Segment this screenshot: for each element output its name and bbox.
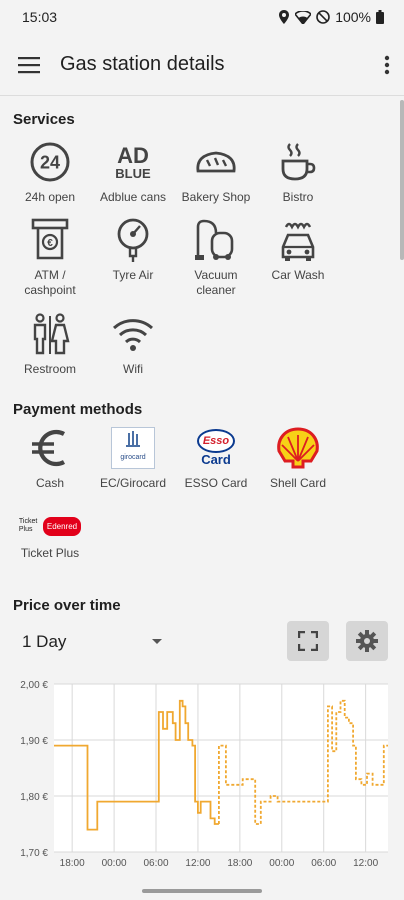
- gesture-nav-bar[interactable]: [142, 889, 262, 893]
- status-bar: 15:03 100%: [0, 0, 404, 34]
- service-label: Bistro: [282, 190, 314, 204]
- service-atm: € ATM / cashpoint: [10, 216, 90, 298]
- payment-label: Cash: [35, 476, 64, 490]
- chart-x-tick-label: 12:00: [353, 858, 378, 869]
- payment-methods-title: Payment methods: [13, 401, 143, 418]
- girocard-logo-text: girocard: [120, 454, 146, 461]
- payment-label: Shell Card: [269, 476, 327, 490]
- payment-girocard: girocard EC/Girocard: [93, 424, 173, 491]
- esso-card-logo: Esso Card: [192, 424, 240, 472]
- car-wash-icon: [274, 216, 322, 264]
- girocard-logo: girocard: [109, 424, 157, 472]
- chart-x-tick-label: 18:00: [60, 858, 85, 869]
- service-bistro: Bistro: [258, 138, 338, 205]
- chart-x-tick-label: 12:00: [185, 858, 210, 869]
- svg-text:€: €: [47, 238, 53, 249]
- coffee-cup-icon: [274, 138, 322, 186]
- service-car-wash: Car Wash: [258, 216, 338, 283]
- service-label: Car Wash: [271, 268, 325, 282]
- svg-text:24: 24: [40, 153, 60, 173]
- service-label: Tyre Air: [112, 268, 154, 282]
- shell-logo: [274, 424, 322, 472]
- fullscreen-icon: [298, 631, 318, 651]
- atm-icon: €: [26, 216, 74, 264]
- time-range-value: 1 Day: [22, 632, 67, 651]
- payment-label: ESSO Card: [184, 476, 248, 490]
- status-time: 15:03: [22, 9, 58, 25]
- chart-settings-button[interactable]: [346, 621, 388, 661]
- euro-icon: [26, 424, 74, 472]
- ticket-plus-logo-text: Ticket Plus: [18, 518, 38, 533]
- service-bakery: Bakery Shop: [176, 138, 256, 205]
- payment-cash: Cash: [10, 424, 90, 491]
- service-tyre-air: Tyre Air: [93, 216, 173, 283]
- chart-x-tick-label: 18:00: [227, 858, 252, 869]
- wifi-status-icon: [295, 10, 312, 24]
- service-label: 24h open: [24, 190, 76, 204]
- chart-x-tick-label: 00:00: [102, 858, 127, 869]
- service-adblue: AD BLUE Adblue cans: [93, 138, 173, 205]
- chart-y-tick-label: 1,90 €: [20, 736, 48, 747]
- more-vert-icon[interactable]: [384, 55, 390, 75]
- edenred-logo-text: Edenred: [42, 516, 82, 536]
- tyre-gauge-icon: [109, 216, 157, 264]
- payment-ticket-plus: Ticket Plus Edenred Ticket Plus: [10, 510, 90, 561]
- chart-x-tick-label: 06:00: [144, 858, 169, 869]
- service-label: Adblue cans: [99, 190, 167, 204]
- time-range-dropdown[interactable]: 1 Day: [22, 628, 167, 656]
- chart-x-tick-label: 00:00: [269, 858, 294, 869]
- battery-icon: [376, 10, 384, 24]
- ticket-plus-logo: Ticket Plus Edenred: [17, 510, 83, 542]
- vacuum-cleaner-icon: [192, 216, 240, 264]
- chart-x-tick-label: 06:00: [311, 858, 336, 869]
- chart-y-tick-label: 1,80 €: [20, 792, 48, 803]
- location-icon: [279, 10, 290, 24]
- price-over-time-title: Price over time: [13, 597, 121, 614]
- service-label: Vacuum cleaner: [194, 268, 238, 297]
- settings-gear-icon: [356, 630, 378, 652]
- payment-shell-card: Shell Card: [258, 424, 338, 491]
- esso-logo-text: Esso: [202, 434, 230, 447]
- app-bar: Gas station details: [0, 34, 404, 96]
- scrollbar-thumb[interactable]: [400, 100, 404, 260]
- chart-plot-area: [54, 684, 388, 852]
- payment-label: EC/Girocard: [99, 476, 167, 490]
- chart-y-tick-label: 2,00 €: [20, 680, 48, 691]
- page-title: Gas station details: [60, 53, 225, 75]
- battery-percent: 100%: [335, 9, 371, 25]
- dropdown-arrow-icon: [152, 639, 162, 644]
- chart-y-tick-label: 1,70 €: [20, 848, 48, 859]
- wifi-icon: [109, 310, 157, 358]
- service-label: Bakery Shop: [181, 190, 251, 204]
- service-wifi: Wifi: [93, 310, 173, 377]
- bread-icon: [192, 138, 240, 186]
- fullscreen-button[interactable]: [287, 621, 329, 661]
- esso-card-text: Card: [201, 452, 231, 467]
- adblue-icon: AD BLUE: [109, 138, 157, 186]
- price-chart: 2,00 € 1,90 € 1,80 € 1,70 € 18:00 00:00 06:00 1…: [20, 680, 388, 869]
- service-label: Wifi: [123, 362, 143, 376]
- adblue-icon-text-top: AD: [117, 142, 149, 168]
- adblue-icon-text-bottom: BLUE: [115, 165, 151, 181]
- payment-label: Ticket Plus: [20, 546, 80, 560]
- service-label: Restroom: [23, 362, 76, 376]
- status-icons: 100%: [278, 9, 384, 25]
- hamburger-menu-icon[interactable]: [18, 56, 42, 74]
- service-label: ATM / cashpoint: [24, 268, 76, 297]
- service-restroom: Restroom: [10, 310, 90, 377]
- payment-esso-card: Esso Card ESSO Card: [176, 424, 256, 491]
- dnd-icon: [316, 10, 330, 24]
- service-vacuum: Vacuum cleaner: [176, 216, 256, 298]
- services-title: Services: [13, 111, 75, 128]
- restroom-icon: [26, 310, 74, 358]
- 24h-icon: 24: [26, 138, 74, 186]
- service-24h-open: 24 24h open: [10, 138, 90, 205]
